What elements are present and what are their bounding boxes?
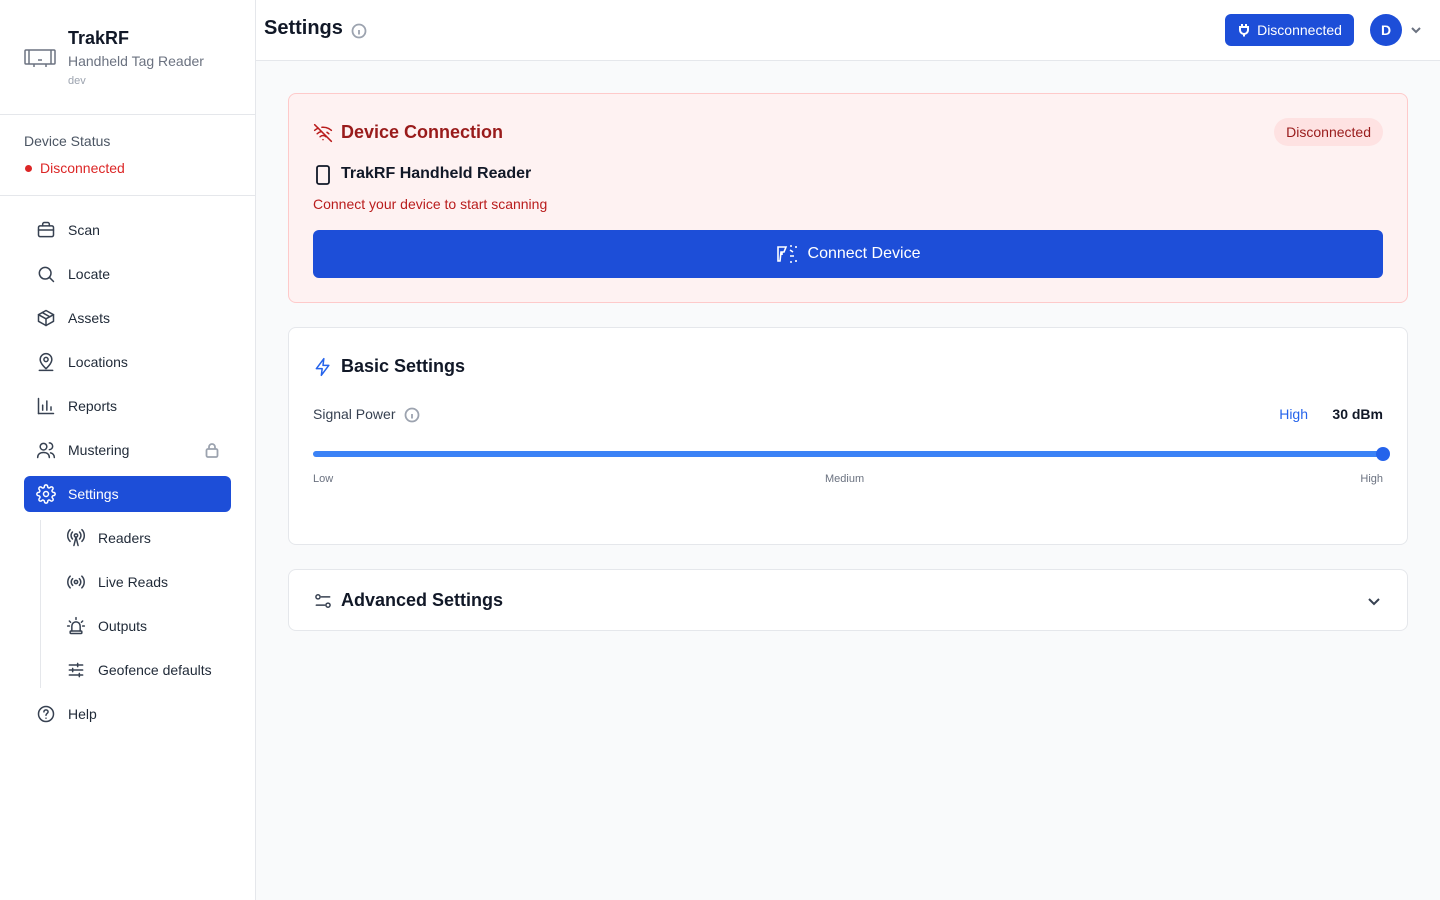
- slider-tick-low: Low: [313, 473, 334, 485]
- device-connection-title: Device Connection: [341, 122, 504, 142]
- connect-device-button[interactable]: Connect Device: [313, 230, 1383, 278]
- sidebar-item-outputs[interactable]: Outputs: [54, 608, 231, 644]
- signal-power-label: Signal Power: [313, 406, 396, 422]
- help-circle-icon: [36, 704, 56, 724]
- device-status-title: Device Status: [24, 133, 111, 149]
- package-icon: [36, 308, 56, 328]
- search-icon: [36, 264, 56, 284]
- status-dot-icon: [25, 165, 32, 172]
- info-icon[interactable]: [351, 23, 367, 39]
- sidebar-item-reports[interactable]: Reports: [24, 388, 231, 424]
- connection-message: Connect your device to start scanning: [313, 196, 548, 212]
- device-status-value: Disconnected: [40, 160, 125, 176]
- connection-status-label: Disconnected: [1257, 22, 1342, 38]
- sidebar-item-help[interactable]: Help: [24, 696, 231, 732]
- sidebar-item-label: Geofence defaults: [98, 662, 212, 678]
- sidebar-item-label: Readers: [98, 530, 151, 546]
- signal-power-slider[interactable]: [313, 447, 1390, 461]
- basic-settings-title: Basic Settings: [341, 356, 466, 376]
- sidebar-item-scan[interactable]: Scan: [24, 212, 231, 248]
- scan-icon: [36, 220, 56, 240]
- brand-header: TrakRF Handheld Tag Reader dev: [0, 0, 255, 115]
- lightning-icon: [313, 357, 333, 377]
- advanced-settings-title: Advanced Settings: [341, 590, 504, 610]
- slider-tick-medium: Medium: [825, 473, 865, 485]
- lock-icon: [205, 442, 219, 458]
- brand-name: TrakRF: [68, 28, 130, 48]
- sidebar-item-readers[interactable]: Readers: [54, 520, 231, 556]
- broadcast-icon: [66, 572, 86, 592]
- info-icon[interactable]: [404, 407, 420, 423]
- status-badge: Disconnected: [1274, 118, 1383, 146]
- signal-power-level: High: [1279, 406, 1308, 422]
- bar-chart-icon: [36, 396, 56, 416]
- advanced-settings-card[interactable]: Advanced Settings: [288, 569, 1408, 631]
- avatar[interactable]: D: [1370, 14, 1402, 46]
- signal-power-value: 30 dBm: [1332, 406, 1383, 422]
- radio-tower-icon: [66, 528, 86, 548]
- sidebar-item-live-reads[interactable]: Live Reads: [54, 564, 231, 600]
- basic-settings-card: Basic Settings Signal Power High 30 dBm …: [288, 327, 1408, 545]
- device-name: TrakRF Handheld Reader: [341, 165, 532, 182]
- sidebar-item-label: Reports: [68, 398, 118, 414]
- sidebar-item-locations[interactable]: Locations: [24, 344, 231, 380]
- slider-thumb[interactable]: [1376, 447, 1390, 461]
- brand-subtitle: Handheld Tag Reader: [68, 53, 204, 69]
- gear-icon: [36, 484, 56, 504]
- sidebar-item-settings[interactable]: Settings: [24, 476, 231, 512]
- settings-sliders-icon: [313, 591, 333, 611]
- sidebar-item-label: Help: [68, 706, 97, 722]
- sidebar-item-label: Live Reads: [98, 574, 169, 590]
- sidebar-item-label: Locate: [68, 266, 111, 282]
- chevron-down-icon[interactable]: [1409, 23, 1423, 37]
- settings-subnav: Readers Live Reads Outputs Geofence defa…: [40, 520, 231, 688]
- siren-icon: [66, 616, 86, 636]
- sidebar-item-label: Settings: [68, 486, 119, 502]
- chevron-down-icon[interactable]: [1365, 592, 1383, 610]
- sidebar-item-assets[interactable]: Assets: [24, 300, 231, 336]
- map-pin-user-icon: [36, 352, 56, 372]
- sidebar-item-label: Scan: [68, 222, 100, 238]
- sliders-icon: [66, 660, 86, 680]
- sidebar-item-mustering[interactable]: Mustering: [24, 432, 231, 468]
- sidebar-item-geofence-defaults[interactable]: Geofence defaults: [54, 652, 231, 688]
- slider-tick-high: High: [1360, 473, 1383, 485]
- sidebar-item-label: Assets: [68, 310, 111, 326]
- users-icon: [36, 440, 56, 460]
- scanner-icon: [776, 245, 797, 263]
- top-header: Settings Disconnected D: [256, 0, 1440, 61]
- plug-icon: [1239, 24, 1250, 37]
- sidebar-item-label: Outputs: [98, 618, 148, 634]
- device-status: Device Status Disconnected: [0, 115, 255, 196]
- sidebar: TrakRF Handheld Tag Reader dev Device St…: [0, 0, 256, 900]
- wifi-off-icon: [313, 123, 333, 143]
- smartphone-icon: [315, 165, 331, 185]
- device-connection-card: Device Connection Disconnected TrakRF Ha…: [288, 93, 1408, 303]
- page-title: Settings: [264, 17, 343, 39]
- sidebar-item-locate[interactable]: Locate: [24, 256, 231, 292]
- sidebar-item-label: Mustering: [68, 442, 130, 458]
- sidebar-item-label: Locations: [68, 354, 128, 370]
- sidebar-nav: Scan Locate Assets Locations Reports Mus…: [24, 212, 231, 740]
- environment-label: dev: [68, 75, 86, 87]
- connection-status-button[interactable]: Disconnected: [1225, 14, 1354, 46]
- reader-logo-icon: [24, 46, 56, 70]
- connect-device-label: Connect Device: [807, 245, 921, 262]
- slider-fill: [313, 451, 1383, 457]
